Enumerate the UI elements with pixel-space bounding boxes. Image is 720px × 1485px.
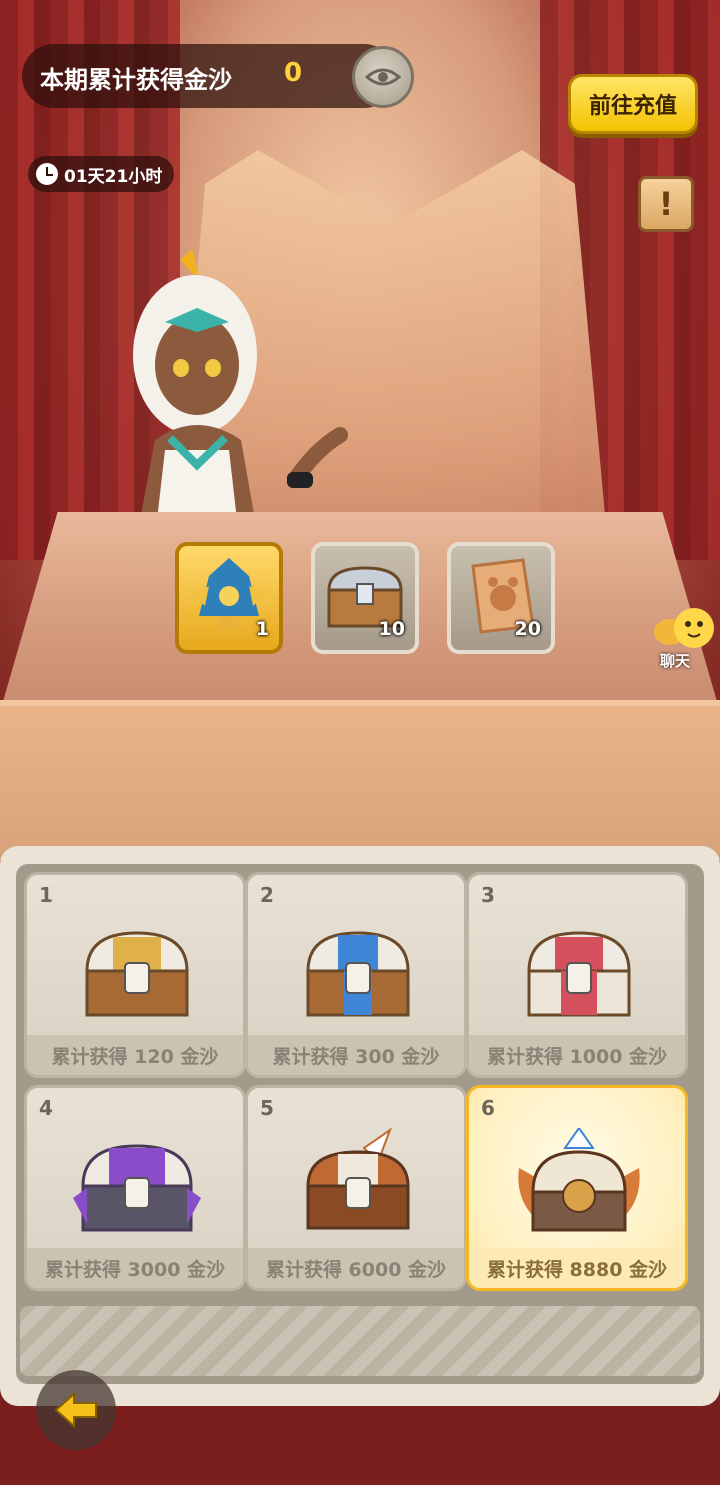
chest-icon [85,931,189,1017]
clock-icon [36,163,58,185]
countdown-timer: 01天21小时 [28,156,175,192]
milestone-caption: 累计获得 6000 金沙 [248,1248,464,1288]
milestone-number: 6 [481,1096,495,1120]
chat-bubble-icon [654,608,714,648]
chest-icon [518,1128,640,1232]
chest-icon [73,1144,201,1232]
reward-qty: 20 [514,618,541,640]
gold-sand-count: 0 [284,58,303,88]
milestone-number: 2 [260,883,274,907]
milestone-caption: 累计获得 3000 金沙 [27,1248,243,1288]
chest-icon [306,1128,410,1230]
milestone-number: 3 [481,883,495,907]
chat-label: 聊天 [660,652,691,670]
milestone-card-2[interactable]: 2 累计获得 300 金沙 [245,872,467,1078]
milestone-number: 5 [260,1096,274,1120]
merchant-character [133,250,348,520]
milestone-caption: 累计获得 8880 金沙 [469,1248,685,1288]
milestone-card-4[interactable]: 4 累计获得 3000 金沙 [24,1085,246,1291]
reward-slot-helmet[interactable]: 1 [175,542,283,654]
gold-sand-title: 本期累计获得金沙 [40,66,232,94]
recharge-button[interactable]: 前往充值 [568,74,698,134]
table-front [0,700,720,860]
rules-button[interactable]: ! [638,176,694,232]
chat-button[interactable]: 聊天 [648,604,720,672]
reward-qty: 10 [378,618,405,640]
chest-icon [306,931,410,1017]
back-button[interactable] [36,1370,116,1450]
decorative-pattern [20,1306,700,1376]
milestone-number: 4 [39,1096,53,1120]
milestone-card-6[interactable]: 6 累计获得 8880 金沙 [466,1085,688,1291]
exclamation-scroll-icon: ! [658,185,674,223]
milestone-caption: 累计获得 300 金沙 [248,1035,464,1075]
countdown-text: 01天21小时 [64,166,163,187]
reward-slot-scroll[interactable]: 20 [447,542,555,654]
preview-button[interactable] [352,46,414,108]
milestone-card-3[interactable]: 3 累计获得 1000 金沙 [466,872,688,1078]
milestone-card-1[interactable]: 1 累计获得 120 金沙 [24,872,246,1078]
milestone-number: 1 [39,883,53,907]
reward-qty: 1 [255,618,269,640]
gold-sand-status: 本期累计获得金沙 0 [22,44,414,108]
back-arrow-icon [54,1391,97,1429]
chest-icon [527,931,631,1017]
reward-slot-chest[interactable]: 10 [311,542,419,654]
milestone-caption: 累计获得 120 金沙 [27,1035,243,1075]
milestone-card-5[interactable]: 5 累计获得 6000 金沙 [245,1085,467,1291]
milestone-caption: 累计获得 1000 金沙 [469,1035,685,1075]
eye-icon [365,68,401,86]
